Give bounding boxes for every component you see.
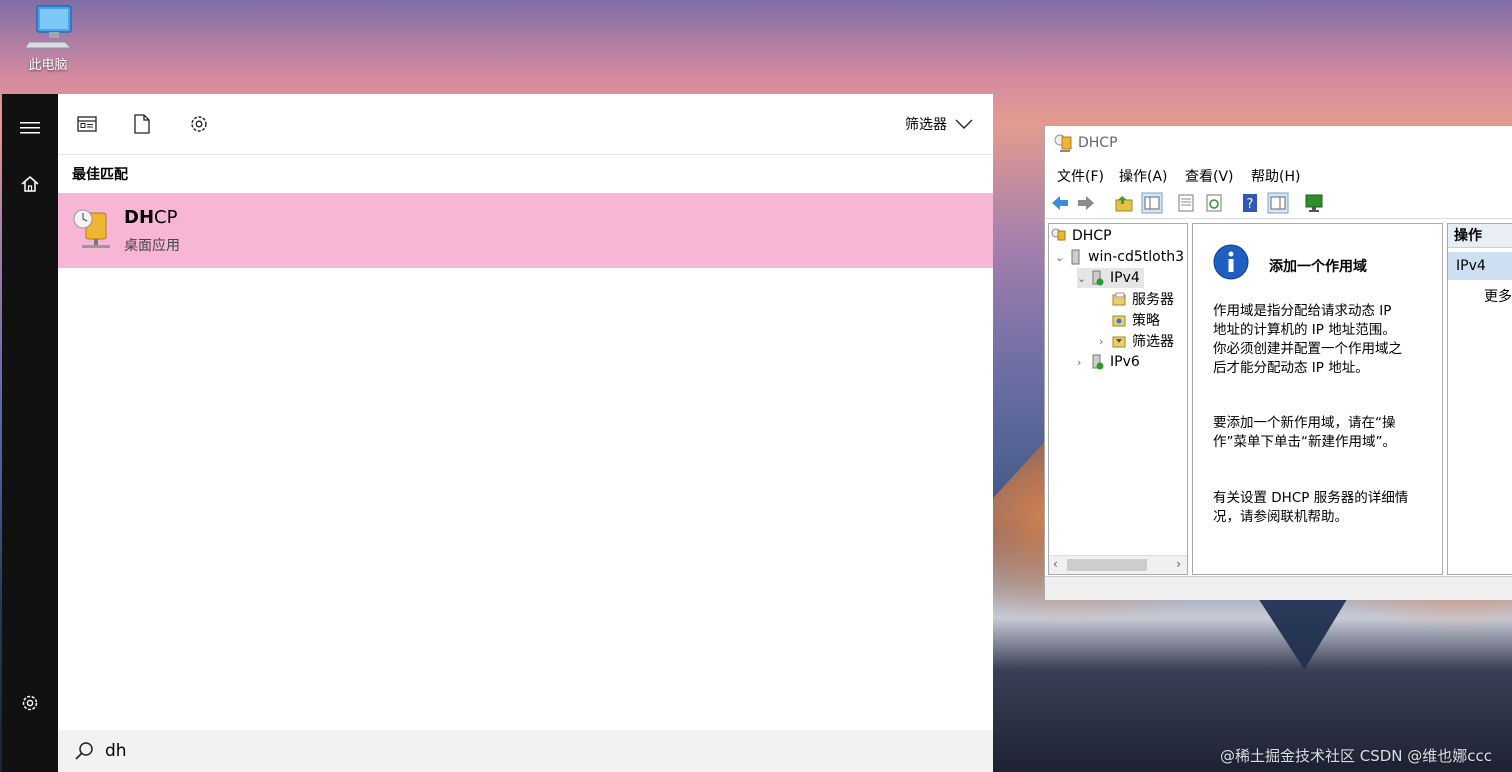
tree-item-ipv4[interactable]: ⌄ IPv4 — [1077, 268, 1144, 288]
home-icon — [21, 176, 39, 192]
start-menu-rail — [2, 94, 58, 772]
chevron-down-icon — [955, 119, 973, 129]
scroll-left-icon[interactable]: ‹ — [1053, 557, 1058, 571]
settings-filter-button[interactable] — [187, 112, 211, 136]
refresh-icon[interactable] — [1203, 192, 1225, 214]
search-icon — [75, 742, 93, 760]
window-titlebar[interactable]: DHCP — [1045, 126, 1512, 162]
gear-icon — [191, 116, 207, 132]
show-hide-action-pane-icon[interactable] — [1267, 192, 1289, 214]
info-icon — [1213, 244, 1249, 280]
menu-help[interactable]: 帮助(H) — [1251, 166, 1300, 186]
scrollbar-thumb[interactable] — [1067, 559, 1147, 571]
up-folder-icon[interactable] — [1113, 192, 1135, 214]
menu-bar: 文件(F) 操作(A) 查看(V) 帮助(H) — [1045, 164, 1512, 186]
desktop-icon-label: 此电脑 — [28, 58, 68, 73]
tree-item-server-options[interactable]: 服务器 — [1111, 289, 1174, 309]
console-tree-pane: DHCP ⌄ win-cd5tloth3 ⌄ IPv4 服务器 策略 › 筛选器… — [1048, 223, 1188, 575]
tree-item-dhcp-root[interactable]: DHCP — [1051, 226, 1112, 246]
info-paragraph-3: 有关设置 DHCP 服务器的详细情况，请参阅联机帮助。 — [1213, 490, 1409, 525]
tree-item-filters[interactable]: › 筛选器 — [1099, 331, 1174, 351]
actions-selected-item[interactable]: IPv4 — [1448, 252, 1512, 280]
result-subtitle: 桌面应用 — [124, 238, 180, 254]
window-toolbar: ? — [1045, 188, 1512, 219]
actions-header: 操作 — [1448, 224, 1512, 248]
server-icon — [1071, 249, 1080, 265]
dhcp-app-icon — [1054, 134, 1072, 152]
desktop-icon-this-pc[interactable]: 此电脑 — [16, 2, 80, 73]
more-actions-link[interactable]: 更多 — [1484, 286, 1512, 306]
menu-file[interactable]: 文件(F) — [1057, 166, 1104, 186]
info-paragraph-2: 要添加一个新作用域，请在“操作”菜单下单击“新建作用域”。 — [1213, 415, 1396, 450]
search-box[interactable]: dh — [58, 730, 993, 772]
settings-button[interactable] — [2, 679, 58, 727]
dhcp-root-icon — [1051, 228, 1066, 241]
status-bar — [1045, 576, 1512, 600]
filter-folder-icon — [1112, 336, 1126, 348]
back-arrow-icon[interactable] — [1049, 192, 1071, 214]
expand-chevron-icon[interactable]: › — [1099, 335, 1111, 348]
result-pane: 添加一个作用域 作用域是指分配给请求动态 IP 地址的计算机的 IP 地址范围。… — [1192, 223, 1443, 575]
tree-item-server[interactable]: ⌄ win-cd5tloth3 — [1055, 247, 1184, 267]
info-paragraph-1: 作用域是指分配给请求动态 IP 地址的计算机的 IP 地址范围。你必须创建并配置… — [1213, 303, 1402, 376]
filter-label: 筛选器 — [905, 117, 947, 133]
show-hide-tree-icon[interactable] — [1141, 192, 1163, 214]
result-title: DHCP — [124, 207, 178, 228]
computer-icon — [24, 5, 73, 49]
hamburger-icon — [20, 122, 40, 134]
best-match-result[interactable]: DHCP 桌面应用 — [58, 193, 993, 268]
tree-item-ipv6[interactable]: › IPv6 — [1077, 352, 1140, 372]
actions-pane: 操作 IPv4 更多 — [1447, 223, 1512, 575]
dhcp-app-icon — [73, 209, 110, 248]
filter-dropdown[interactable]: 筛选器 — [905, 114, 973, 134]
menu-action[interactable]: 操作(A) — [1119, 166, 1168, 186]
best-match-heading: 最佳匹配 — [72, 167, 128, 183]
watermark: @稀土掘金技术社区 CSDN @维也娜ccc — [1219, 747, 1492, 765]
hamburger-menu-button[interactable] — [2, 104, 58, 152]
search-input[interactable]: dh — [105, 741, 127, 761]
collapse-chevron-icon[interactable]: ⌄ — [1077, 272, 1089, 285]
expand-chevron-icon[interactable]: › — [1077, 356, 1089, 369]
properties-icon[interactable] — [1175, 192, 1197, 214]
svg-text:?: ? — [1247, 197, 1254, 212]
gear-icon — [22, 695, 38, 711]
app-window-icon — [77, 116, 97, 132]
documents-filter-button[interactable] — [130, 112, 154, 136]
info-heading: 添加一个作用域 — [1269, 259, 1367, 275]
apps-filter-button[interactable] — [75, 112, 99, 136]
policy-folder-icon — [1112, 315, 1126, 327]
tree-horizontal-scrollbar[interactable]: ‹ › — [1049, 555, 1187, 574]
search-results-panel: 筛选器 最佳匹配 DHCP 桌面应用 dh — [58, 94, 993, 772]
collapse-chevron-icon[interactable]: ⌄ — [1055, 251, 1067, 264]
help-icon[interactable]: ? — [1239, 192, 1261, 214]
tree-item-policies[interactable]: 策略 — [1111, 310, 1160, 330]
scroll-right-icon[interactable]: › — [1176, 557, 1181, 571]
forward-arrow-icon[interactable] — [1075, 192, 1097, 214]
document-icon — [134, 114, 150, 134]
options-folder-icon — [1112, 292, 1126, 306]
window-title: DHCP — [1078, 135, 1118, 151]
home-button[interactable] — [2, 160, 58, 208]
ipv4-server-icon — [1092, 270, 1104, 286]
menu-view[interactable]: 查看(V) — [1185, 166, 1234, 186]
dhcp-window: DHCP 文件(F) 操作(A) 查看(V) 帮助(H) ? DHCP ⌄ wi… — [1044, 125, 1512, 600]
ipv6-server-icon — [1092, 354, 1104, 370]
search-toolbar: 筛选器 — [58, 94, 993, 155]
server-monitor-icon[interactable] — [1303, 192, 1325, 214]
